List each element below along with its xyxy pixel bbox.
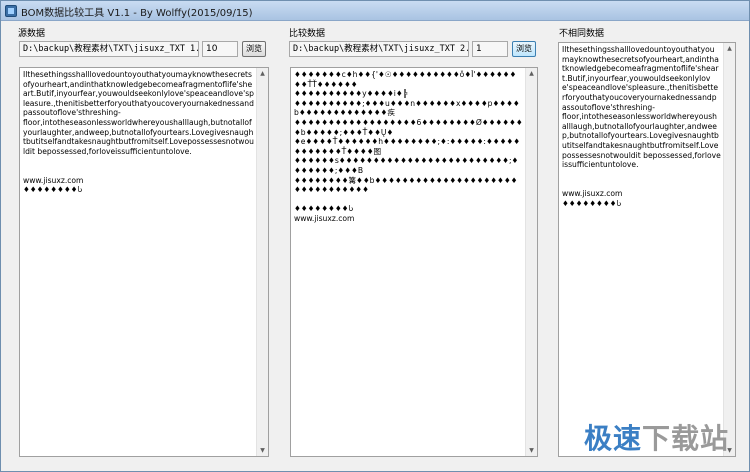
source-browse-button[interactable]: 浏览 (242, 41, 266, 57)
app-icon (5, 5, 17, 17)
source-label: 源数据 (18, 29, 46, 39)
window-title: BOM数据比较工具 V1.1 - By Wolffy(2015/09/15) (21, 8, 253, 19)
site-watermark: 极速下载站 (584, 417, 729, 457)
source-count-input[interactable]: 10 (202, 41, 238, 57)
source-text-area[interactable]: Ilthesethingsshalllovedountoyouthatyouma… (19, 67, 269, 457)
scroll-down-icon[interactable]: ▼ (257, 445, 268, 456)
scroll-down-icon[interactable]: ▼ (526, 445, 537, 456)
compare-path-input[interactable]: D:\backup\教程素材\TXT\jisuxz_TXT 2. (289, 41, 469, 57)
scroll-up-icon[interactable]: ▲ (724, 43, 735, 54)
scroll-up-icon[interactable]: ▲ (526, 68, 537, 79)
source-path-input[interactable]: D:\backup\教程素材\TXT\jisuxz_TXT 1. (19, 41, 199, 57)
diff-text-area[interactable]: Ilthesethingsshalllovedountoyouthatyouma… (558, 42, 736, 457)
compare-text-area[interactable]: ♦♦♦♦♦♦♦c♦h♦♦{'♦☉♦♦♦♦♦♦♦♦♦♦ǒ♦Ĭ'♦♦♦♦♦♦♦♦ŤŤ… (290, 67, 538, 457)
compare-text: ♦♦♦♦♦♦♦c♦h♦♦{'♦☉♦♦♦♦♦♦♦♦♦♦ǒ♦Ĭ'♦♦♦♦♦♦♦♦ŤŤ… (294, 70, 523, 223)
app-window: BOM数据比较工具 V1.1 - By Wolffy(2015/09/15) 源… (0, 0, 750, 472)
diff-scrollbar[interactable]: ▲ ▼ (723, 43, 735, 456)
scroll-up-icon[interactable]: ▲ (257, 68, 268, 79)
source-scrollbar[interactable]: ▲ ▼ (256, 68, 268, 456)
compare-scrollbar[interactable]: ▲ ▼ (525, 68, 537, 456)
compare-label: 比较数据 (289, 29, 326, 39)
watermark-accent: 极速 (583, 422, 642, 455)
compare-browse-button[interactable]: 浏览 (512, 41, 536, 57)
watermark-rest: 下载站 (641, 422, 729, 455)
compare-count-input[interactable]: 1 (472, 41, 508, 57)
title-bar[interactable]: BOM数据比较工具 V1.1 - By Wolffy(2015/09/15) (1, 1, 749, 21)
diff-label: 不相同数据 (559, 29, 605, 39)
source-text: Ilthesethingsshalllovedountoyouthatyouma… (23, 70, 254, 195)
diff-text: Ilthesethingsshalllovedountoyouthatyouma… (562, 45, 721, 208)
